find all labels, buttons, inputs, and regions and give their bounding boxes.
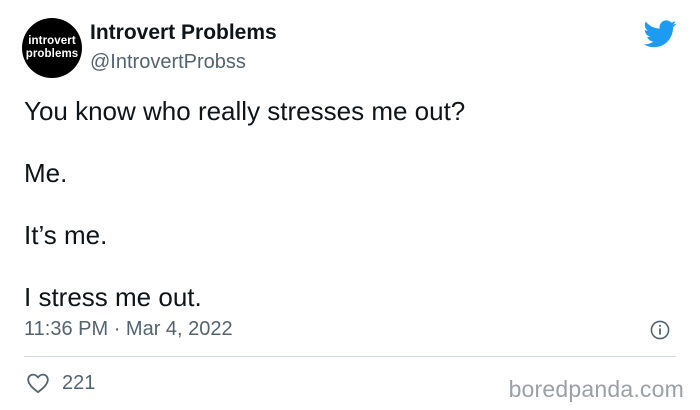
tweet-text-line-2: Me. xyxy=(24,158,68,188)
tweet-text-line-4: I stress me out. xyxy=(24,282,202,312)
avatar-text-line2: problems xyxy=(25,48,79,60)
tweet-text-line-1: You know who really stresses me out? xyxy=(24,96,466,126)
avatar-text-line1: introvert xyxy=(28,35,76,47)
tweet-time: 11:36 PM xyxy=(24,318,109,340)
avatar[interactable]: introvert problems xyxy=(22,18,82,78)
tweet-date: Mar 4, 2022 xyxy=(125,318,233,340)
watermark: boredpanda.com xyxy=(508,376,684,402)
tweet-text-line-3: It’s me. xyxy=(24,220,108,250)
twitter-bird-icon[interactable] xyxy=(644,20,677,48)
timestamp-separator: · xyxy=(113,318,121,340)
divider xyxy=(24,356,676,357)
display-name[interactable]: Introvert Problems xyxy=(90,21,277,45)
heart-icon[interactable] xyxy=(26,372,50,394)
info-icon[interactable] xyxy=(650,320,670,340)
like-count[interactable]: 221 xyxy=(62,372,95,395)
user-handle[interactable]: @IntrovertProbss xyxy=(90,51,246,74)
tweet-timestamp[interactable]: 11:36 PM · Mar 4, 2022 xyxy=(24,318,233,341)
